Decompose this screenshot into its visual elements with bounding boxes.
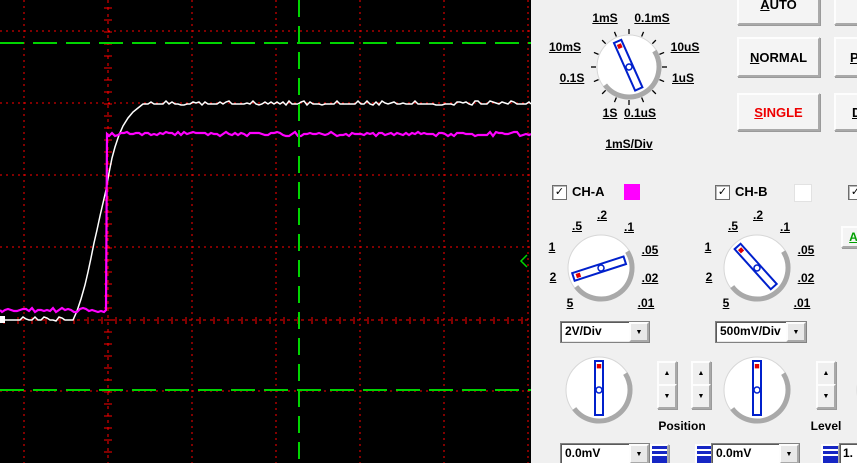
cha-fine-adjust-button[interactable]: [650, 444, 669, 463]
auto-button[interactable]: AUTO: [737, 0, 820, 25]
timebase-knob[interactable]: [581, 19, 677, 115]
dropdown-arrow-icon[interactable]: ▼: [629, 322, 649, 342]
cha-color-swatch[interactable]: [624, 184, 640, 200]
cha-scale-p02[interactable]: .02: [642, 271, 659, 285]
trigger-level-field-partial[interactable]: 1.: [839, 443, 857, 463]
trigger-level-knob-partial[interactable]: [850, 350, 857, 430]
cha-scale-1[interactable]: 1: [549, 240, 556, 254]
chc-enable-checkbox-partial[interactable]: ✓: [848, 185, 857, 200]
cha-position-down-button[interactable]: ▼: [657, 384, 677, 409]
chb-position-up-button[interactable]: ▲: [691, 361, 711, 386]
chb-scale-p02[interactable]: .02: [798, 271, 815, 285]
chb-ground-marker-icon: [0, 316, 5, 323]
chb-scale-p05[interactable]: .05: [798, 243, 815, 257]
dropdown-arrow-icon[interactable]: ▼: [779, 444, 799, 463]
cha-scale-2[interactable]: 2: [550, 270, 557, 284]
position-label: Position: [658, 419, 706, 433]
normal-button[interactable]: NORMAL: [737, 37, 820, 77]
timebase-label-10ms[interactable]: 10mS: [549, 40, 581, 54]
cha-enable-checkbox[interactable]: ✓: [552, 185, 567, 200]
chb-scale-p2[interactable]: .2: [753, 208, 763, 222]
cha-position-knob[interactable]: [559, 350, 639, 430]
cha-scale-p05[interactable]: .05: [642, 243, 659, 257]
cha-volts-knob[interactable]: [561, 228, 641, 308]
single-button[interactable]: SINGLE: [737, 93, 820, 131]
ch-a-trace: [0, 130, 532, 314]
chb-position-down-button[interactable]: ▼: [691, 384, 711, 409]
chb-scale-1[interactable]: 1: [705, 240, 712, 254]
chb-color-swatch[interactable]: [794, 184, 812, 202]
auto-scale-button-partial[interactable]: A: [841, 226, 857, 248]
oscilloscope-app: 1mS 0.1mS 10mS 10uS 0.1S 1uS 1S 0.1uS 1m…: [0, 0, 857, 463]
cha-position-up-button[interactable]: ▲: [657, 361, 677, 386]
timebase-value-label: 1mS/Div: [605, 137, 653, 151]
level-label: Level: [810, 419, 842, 433]
d-button-partial[interactable]: D: [834, 93, 857, 131]
chb-scale-2[interactable]: 2: [706, 270, 713, 284]
play-button-partial[interactable]: Pla: [834, 37, 857, 77]
partial-button-top-right[interactable]: [834, 0, 857, 25]
trigger-level-marker-icon[interactable]: [519, 254, 528, 268]
chb-position-knob[interactable]: [717, 350, 797, 430]
chb-volts-knob[interactable]: [717, 228, 797, 308]
cha-scale-dropdown[interactable]: 2V/Div ▼: [560, 321, 650, 343]
dropdown-arrow-icon[interactable]: ▼: [786, 322, 806, 342]
scope-display[interactable]: [0, 0, 532, 463]
chb-position-dropdown[interactable]: 0.0mV ▼: [711, 443, 800, 463]
chb-label: CH-B: [735, 184, 768, 199]
trigger-level-down-button[interactable]: ▼: [816, 384, 836, 409]
cha-label: CH-A: [572, 184, 605, 199]
chb-enable-checkbox[interactable]: ✓: [715, 185, 730, 200]
cha-scale-p2[interactable]: .2: [597, 208, 607, 222]
chb-scale-dropdown[interactable]: 500mV/Div ▼: [715, 321, 807, 343]
trigger-level-up-button[interactable]: ▲: [816, 361, 836, 386]
dropdown-arrow-icon[interactable]: ▼: [629, 444, 649, 463]
level-fine-adjust-button[interactable]: [821, 444, 840, 463]
cha-position-dropdown[interactable]: 0.0mV ▼: [560, 443, 650, 463]
